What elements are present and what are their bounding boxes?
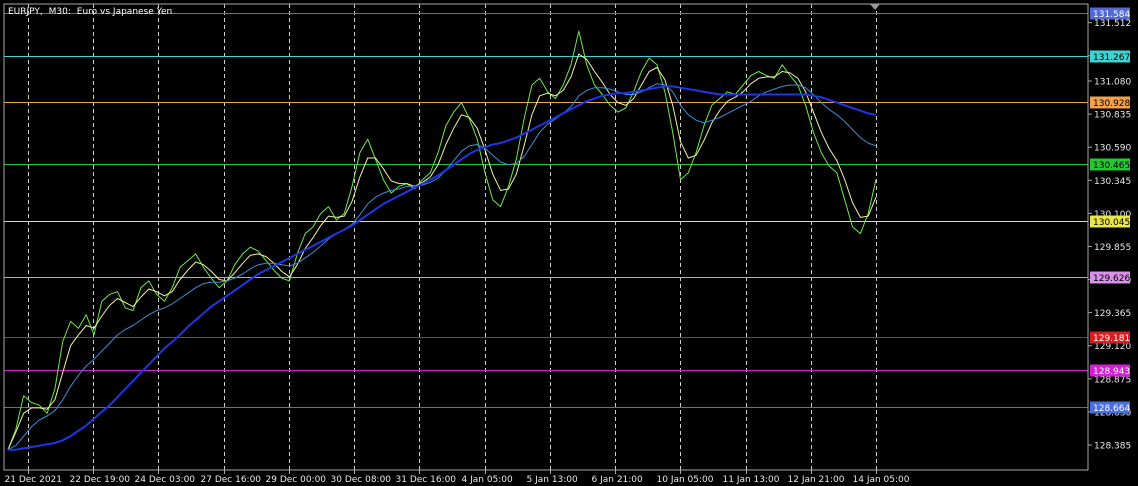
y-tick-label: 131.512 <box>1094 19 1131 29</box>
level-price-label: 130.045 <box>1093 218 1130 228</box>
chart-title: EURJPY, M30: Euro vs Japanese Yen <box>8 7 172 17</box>
x-tick-label: 11 Jan 13:00 <box>723 475 780 485</box>
level-price-label: 131.584 <box>1093 10 1130 20</box>
x-tick-label: 6 Jan 21:00 <box>592 475 644 485</box>
level-price-label: 128.664 <box>1093 404 1130 414</box>
x-tick-label: 21 Dec 2021 <box>5 475 63 485</box>
x-tick-label: 31 Dec 16:00 <box>396 475 457 485</box>
x-tick-label: 24 Dec 03:00 <box>135 475 196 485</box>
y-tick-label: 130.590 <box>1094 144 1131 154</box>
y-tick-label: 130.835 <box>1094 111 1131 121</box>
x-tick-label: 12 Jan 21:00 <box>788 475 845 485</box>
x-tick-label: 29 Dec 00:00 <box>266 475 327 485</box>
x-tick-label: 14 Jan 05:00 <box>853 475 910 485</box>
level-price-label: 131.267 <box>1093 53 1130 63</box>
timeframe-label: M30: <box>49 7 71 17</box>
y-tick-label: 129.365 <box>1094 309 1131 319</box>
y-tick-label: 129.855 <box>1094 243 1131 253</box>
y-tick-label: 130.345 <box>1094 177 1131 187</box>
level-price-label: 130.928 <box>1093 99 1130 109</box>
level-price-label: 128.943 <box>1093 367 1130 377</box>
symbol-description: Euro vs Japanese Yen <box>77 7 172 17</box>
price-chart[interactable]: 131.512 131.267 131.080 130.835 130.590 130.3… <box>0 0 1138 486</box>
level-price-label: 129.181 <box>1093 334 1130 344</box>
chart-background <box>0 0 1138 486</box>
x-tick-label: 10 Jan 05:00 <box>657 475 714 485</box>
x-tick-label: 27 Dec 16:00 <box>201 475 262 485</box>
level-price-label: 129.626 <box>1093 274 1130 284</box>
symbol-label: EURJPY, <box>8 7 43 17</box>
x-tick-label: 5 Jan 13:00 <box>527 475 579 485</box>
x-tick-label: 4 Jan 05:00 <box>462 475 514 485</box>
level-price-label: 130.465 <box>1093 161 1130 171</box>
y-tick-label: 131.080 <box>1094 77 1131 87</box>
x-tick-label: 22 Dec 19:00 <box>70 475 131 485</box>
x-tick-label: 30 Dec 08:00 <box>331 475 392 485</box>
y-tick-label: 128.385 <box>1094 442 1131 452</box>
